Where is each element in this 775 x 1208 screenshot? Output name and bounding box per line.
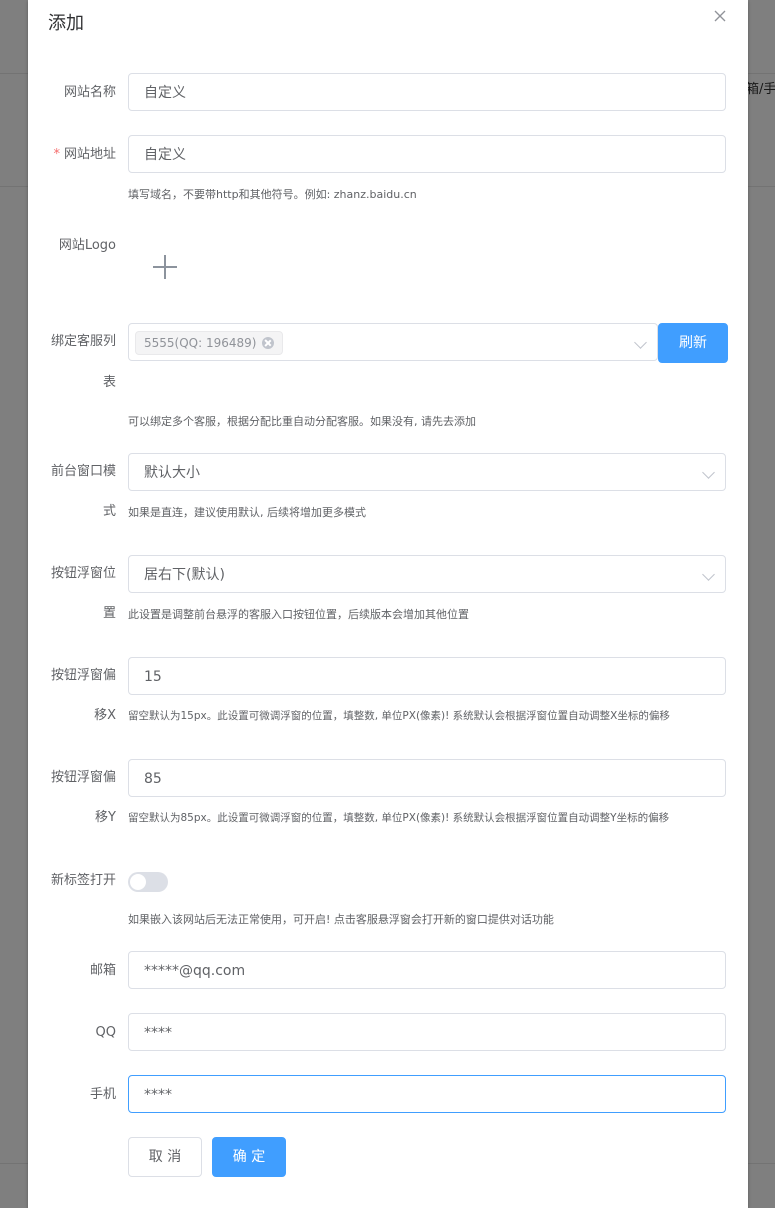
offset-x-label-line2: 移X [94, 708, 116, 723]
offset-x-hint: 留空默认为15px。此设置可微调浮窗的位置，填整数, 单位PX(像素)! 系统默… [128, 710, 670, 722]
cancel-button[interactable]: 取 消 [128, 1137, 202, 1177]
plus-icon[interactable] [140, 242, 190, 292]
site-name-label: 网站名称 [63, 85, 116, 100]
offset-y-input[interactable]: 85 [128, 759, 726, 797]
float-position-value: 居右下(默认) [144, 567, 225, 583]
switch-knob [130, 874, 146, 890]
phone-input[interactable]: **** [128, 1075, 726, 1113]
confirm-button[interactable]: 确 定 [212, 1137, 286, 1177]
chevron-down-icon [634, 336, 647, 349]
site-url-hint: 填写域名，不要带http和其他符号。例如: zhanz.baidu.cn [128, 188, 417, 201]
email-input[interactable]: *****@qq.com [128, 951, 726, 989]
window-mode-select[interactable]: 默认大小 [128, 453, 726, 491]
offset-y-label-line1: 按钮浮窗偏 [50, 770, 116, 785]
site-logo-label: 网站Logo [58, 238, 116, 253]
phone-label: 手机 [89, 1087, 116, 1102]
offset-x-label-line1: 按钮浮窗偏 [50, 668, 116, 683]
site-name-input[interactable]: 自定义 [128, 73, 726, 111]
site-url-label-text: 网站地址 [63, 147, 116, 162]
qq-input[interactable]: **** [128, 1013, 726, 1051]
site-url-input[interactable]: 自定义 [128, 135, 726, 173]
bind-service-label-line1: 绑定客服列 [50, 334, 116, 349]
new-tab-switch[interactable] [128, 872, 168, 892]
chevron-down-icon [702, 466, 715, 479]
window-mode-value: 默认大小 [144, 465, 200, 481]
window-mode-label-line2: 式 [102, 504, 116, 519]
refresh-button[interactable]: 刷新 [658, 323, 728, 363]
service-tag: 5555(QQ: 196489) [135, 331, 284, 355]
chevron-down-icon [702, 568, 715, 581]
window-mode-label-line1: 前台窗口模 [50, 464, 116, 479]
offset-y-label-line2: 移Y [95, 810, 116, 825]
service-multiselect[interactable]: 5555(QQ: 196489) [128, 323, 658, 361]
qq-label: QQ [95, 1025, 116, 1040]
float-position-hint: 此设置是调整前台悬浮的客服入口按钮位置，后续版本会增加其他位置 [128, 608, 469, 621]
float-position-label-line2: 置 [102, 606, 116, 621]
float-position-label-line1: 按钮浮窗位 [50, 566, 116, 581]
bind-service-label-line2: 表 [102, 375, 116, 390]
new-tab-hint: 如果嵌入该网站后无法正常使用，可开启! 点击客服悬浮窗会打开新的窗口提供对话功能 [128, 913, 554, 926]
site-url-label: * 网站地址 [28, 146, 116, 164]
close-icon[interactable] [712, 8, 728, 24]
service-tag-label: 5555(QQ: 196489) [144, 336, 257, 350]
float-position-select[interactable]: 居右下(默认) [128, 555, 726, 593]
add-dialog: 添加 网站名称 自定义 * 网站地址 自定义 填写域名，不要带http和其他符号。… [28, 0, 748, 1208]
dialog-title: 添加 [48, 13, 84, 34]
bind-service-hint: 可以绑定多个客服，根据分配比重自动分配客服。如果没有, 请先去添加 [128, 415, 476, 428]
required-mark: * [53, 147, 60, 162]
offset-x-input[interactable]: 15 [128, 657, 726, 695]
window-mode-hint: 如果是直连，建议使用默认, 后续将增加更多模式 [128, 506, 366, 519]
offset-y-hint: 留空默认为85px。此设置可微调浮窗的位置，填整数, 单位PX(像素)! 系统默… [128, 812, 670, 824]
email-label: 邮箱 [89, 963, 116, 978]
new-tab-label: 新标签打开 [50, 873, 116, 888]
tag-close-icon[interactable] [262, 337, 275, 349]
